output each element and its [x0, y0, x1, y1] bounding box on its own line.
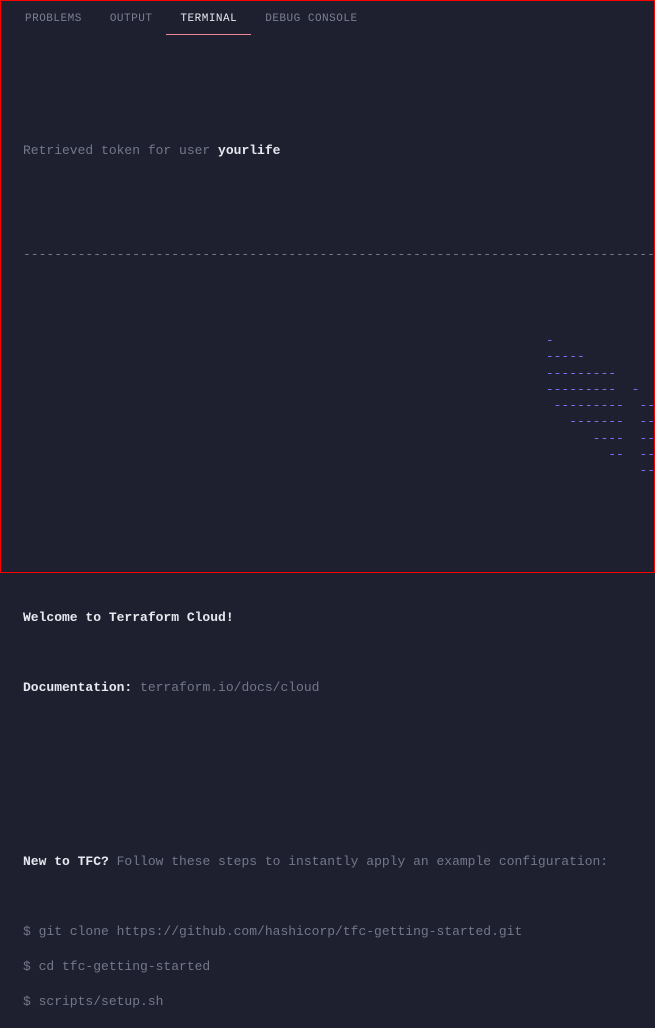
welcome-line: Welcome to Terraform Cloud!	[23, 609, 343, 627]
tab-terminal[interactable]: TERMINAL	[166, 3, 251, 35]
command-setup: $ scripts/setup.sh	[23, 993, 632, 1011]
new-to-tfc-label: New to TFC?	[23, 854, 109, 869]
tab-problems[interactable]: PROBLEMS	[11, 3, 96, 35]
terminal-output[interactable]: Retrieved token for user yourlife ------…	[1, 37, 654, 1028]
panel-tabs: PROBLEMS OUTPUT TERMINAL DEBUG CONSOLE	[1, 1, 654, 37]
token-line-prefix: Retrieved token for user	[23, 143, 218, 158]
command-git-clone: $ git clone https://github.com/hashicorp…	[23, 923, 632, 941]
ascii-art-logo: - ----- - --------- -- --------- - -----	[343, 333, 655, 609]
tab-debug-console[interactable]: DEBUG CONSOLE	[251, 3, 371, 35]
new-to-tfc-rest: Follow these steps to instantly apply an…	[109, 854, 608, 869]
command-cd: $ cd tfc-getting-started	[23, 958, 632, 976]
token-username: yourlife	[218, 143, 280, 158]
separator-line: ----------------------------------------…	[23, 246, 632, 264]
tab-output[interactable]: OUTPUT	[96, 3, 167, 35]
documentation-url: terraform.io/docs/cloud	[140, 680, 319, 695]
documentation-label: Documentation:	[23, 680, 132, 695]
